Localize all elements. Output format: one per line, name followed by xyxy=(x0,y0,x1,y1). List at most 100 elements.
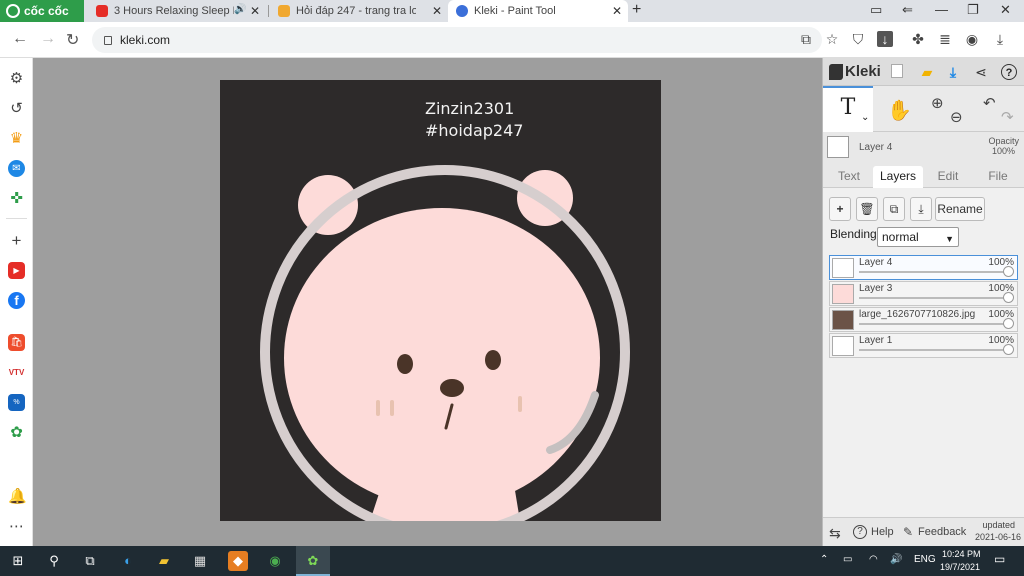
facebook-icon[interactable]: f xyxy=(8,292,25,309)
file-explorer-icon[interactable]: ▰ xyxy=(154,551,174,571)
back-arrow-icon[interactable]: ⇐ xyxy=(902,2,913,18)
open-folder-icon[interactable]: ▰ xyxy=(919,64,935,80)
duplicate-layer-button[interactable]: ⧉ xyxy=(883,197,905,221)
layer-item[interactable]: Layer 3 100% xyxy=(829,281,1018,306)
history-icon[interactable]: ↺ xyxy=(8,100,25,117)
settings-gear-icon[interactable]: ⚙ xyxy=(8,70,25,87)
more-icon[interactable]: ⋯ xyxy=(8,518,25,535)
chrome-icon[interactable]: ◉ xyxy=(265,551,285,571)
notification-bell-icon[interactable]: 🔔 xyxy=(8,488,27,505)
game-controller-icon[interactable]: ✜ xyxy=(8,190,25,207)
task-view-icon[interactable]: ⧉ xyxy=(80,551,100,571)
clock-date[interactable]: 19/7/2021 xyxy=(940,562,980,572)
swap-side-icon[interactable]: ⇆ xyxy=(829,525,841,542)
forward-icon[interactable]: → xyxy=(40,30,56,48)
add-layer-button[interactable]: + xyxy=(829,197,851,221)
reading-list-icon[interactable]: ≣ xyxy=(937,31,953,47)
hand-tool-icon[interactable]: ✋ xyxy=(887,98,912,123)
layer-opacity-handle[interactable] xyxy=(1003,344,1014,355)
help-link[interactable]: Help xyxy=(871,526,894,538)
search-icon[interactable]: ⚲ xyxy=(44,551,64,571)
tray-chevron-icon[interactable]: ⌃ xyxy=(820,554,828,565)
help-icon[interactable]: ? xyxy=(1001,64,1017,80)
close-tab-icon[interactable]: ✕ xyxy=(612,4,622,18)
merge-layer-button[interactable]: ⤓ xyxy=(910,197,932,221)
shield-icon[interactable]: ⛉ xyxy=(850,31,866,47)
coccoc-shortcut-icon[interactable]: ✿ xyxy=(8,424,25,441)
delete-layer-button[interactable]: 🗑 xyxy=(856,197,878,221)
layer-opacity-handle[interactable] xyxy=(1003,266,1014,277)
battery-icon[interactable]: ▭ xyxy=(843,554,852,565)
messenger-icon[interactable]: ✉ xyxy=(8,160,25,177)
tab-file[interactable]: File xyxy=(975,166,1021,188)
tab-kleki[interactable]: Kleki - Paint Tool ✕ xyxy=(448,0,628,22)
add-icon[interactable]: + xyxy=(8,232,25,249)
close-tab-icon[interactable]: ✕ xyxy=(250,4,260,18)
feedback-link[interactable]: Feedback xyxy=(918,526,966,538)
rename-layer-button[interactable]: Rename xyxy=(935,197,985,221)
tab-edit[interactable]: Edit xyxy=(925,166,971,188)
youtube-shortcut-icon[interactable]: ▶ xyxy=(8,262,25,279)
reload-icon[interactable]: ↻ xyxy=(66,30,79,50)
screenshot-icon[interactable]: ▭ xyxy=(870,2,882,18)
volume-icon[interactable]: 🔊 xyxy=(890,554,902,565)
layer-opacity-handle[interactable] xyxy=(1003,292,1014,303)
kleki-logo-icon xyxy=(829,63,843,80)
notification-center-icon[interactable]: ▭ xyxy=(994,552,1005,566)
wifi-icon[interactable]: ◠ xyxy=(869,554,878,565)
layer-item[interactable]: Layer 1 100% xyxy=(829,333,1018,358)
zoom-in-icon[interactable]: ⊕ xyxy=(931,94,944,112)
tab-text[interactable]: Text xyxy=(827,166,871,188)
layer-opacity-slider[interactable] xyxy=(859,271,1009,273)
blending-label: Blending xyxy=(830,227,877,241)
close-tab-icon[interactable]: ✕ xyxy=(432,4,442,18)
profile-icon[interactable]: ◉ xyxy=(964,31,980,47)
layer-opacity-slider[interactable] xyxy=(859,323,1009,325)
text-tool-icon[interactable]: T ⌄ xyxy=(823,86,873,132)
url-field[interactable]: kleki.com xyxy=(92,27,822,53)
minimize-icon[interactable]: — xyxy=(935,2,948,17)
blending-select[interactable]: normal ▼ xyxy=(877,227,959,247)
downloads-icon[interactable]: ⤓ xyxy=(992,31,1008,47)
store-icon[interactable]: ▦ xyxy=(190,551,210,571)
save-download-icon[interactable]: ⤓ xyxy=(945,64,961,80)
language-indicator[interactable]: ENG xyxy=(914,554,936,565)
undo-icon[interactable]: ↶ xyxy=(983,94,996,112)
share-icon[interactable]: ⋖ xyxy=(973,64,989,80)
coccoc-menu-button[interactable]: cốc cốc xyxy=(0,0,84,22)
new-image-icon[interactable] xyxy=(891,64,903,78)
right-eye xyxy=(485,350,501,370)
chevron-down-icon[interactable]: ⌄ xyxy=(861,98,869,138)
shopee-icon[interactable]: 🛍 xyxy=(8,334,25,351)
translate-icon[interactable]: ⧉ xyxy=(798,31,814,47)
layer-item[interactable]: Layer 4 100% xyxy=(829,255,1018,280)
canvas-area[interactable]: Zinzin2301 #hoidap247 xyxy=(33,58,822,546)
download-page-icon[interactable]: ↓ xyxy=(877,31,893,47)
edge-icon[interactable]: ◐ xyxy=(118,551,138,571)
layer-opacity-slider[interactable] xyxy=(859,349,1009,351)
audio-icon[interactable]: 🔊 xyxy=(234,4,246,15)
tab-layers[interactable]: Layers xyxy=(873,166,923,188)
tab-youtube[interactable]: 3 Hours Relaxing Sleep M 🔊 ✕ xyxy=(88,0,266,22)
vtv-icon[interactable]: VTV xyxy=(8,364,25,381)
crown-icon[interactable]: ♛ xyxy=(8,130,25,147)
extensions-icon[interactable]: ✤ xyxy=(910,31,926,47)
close-window-icon[interactable]: ✕ xyxy=(1000,2,1011,18)
discount-icon[interactable]: % xyxy=(8,394,25,411)
kleki-logo[interactable]: Kleki xyxy=(829,63,881,80)
layer-opacity-slider[interactable] xyxy=(859,297,1009,299)
windows-start-icon[interactable]: ⊞ xyxy=(8,551,28,571)
clock-time[interactable]: 10:24 PM xyxy=(942,549,981,559)
back-icon[interactable]: ← xyxy=(12,30,28,48)
coccoc-taskbar-icon[interactable]: ✿ xyxy=(303,551,323,571)
redo-icon[interactable]: ↷ xyxy=(1001,108,1014,126)
zoom-out-icon[interactable]: ⊖ xyxy=(950,108,963,126)
drawing-canvas[interactable]: Zinzin2301 #hoidap247 xyxy=(220,80,661,521)
restore-icon[interactable]: ❐ xyxy=(967,2,979,18)
layer-item[interactable]: large_1626707710826.jpg 100% xyxy=(829,307,1018,332)
layer-opacity-handle[interactable] xyxy=(1003,318,1014,329)
tab-hoidap247[interactable]: Hỏi đáp 247 - trang tra loi ✕ xyxy=(270,0,448,22)
app-icon[interactable]: ◆ xyxy=(228,551,248,571)
new-tab-icon[interactable]: + xyxy=(632,1,641,19)
bookmark-star-icon[interactable]: ☆ xyxy=(824,31,840,47)
